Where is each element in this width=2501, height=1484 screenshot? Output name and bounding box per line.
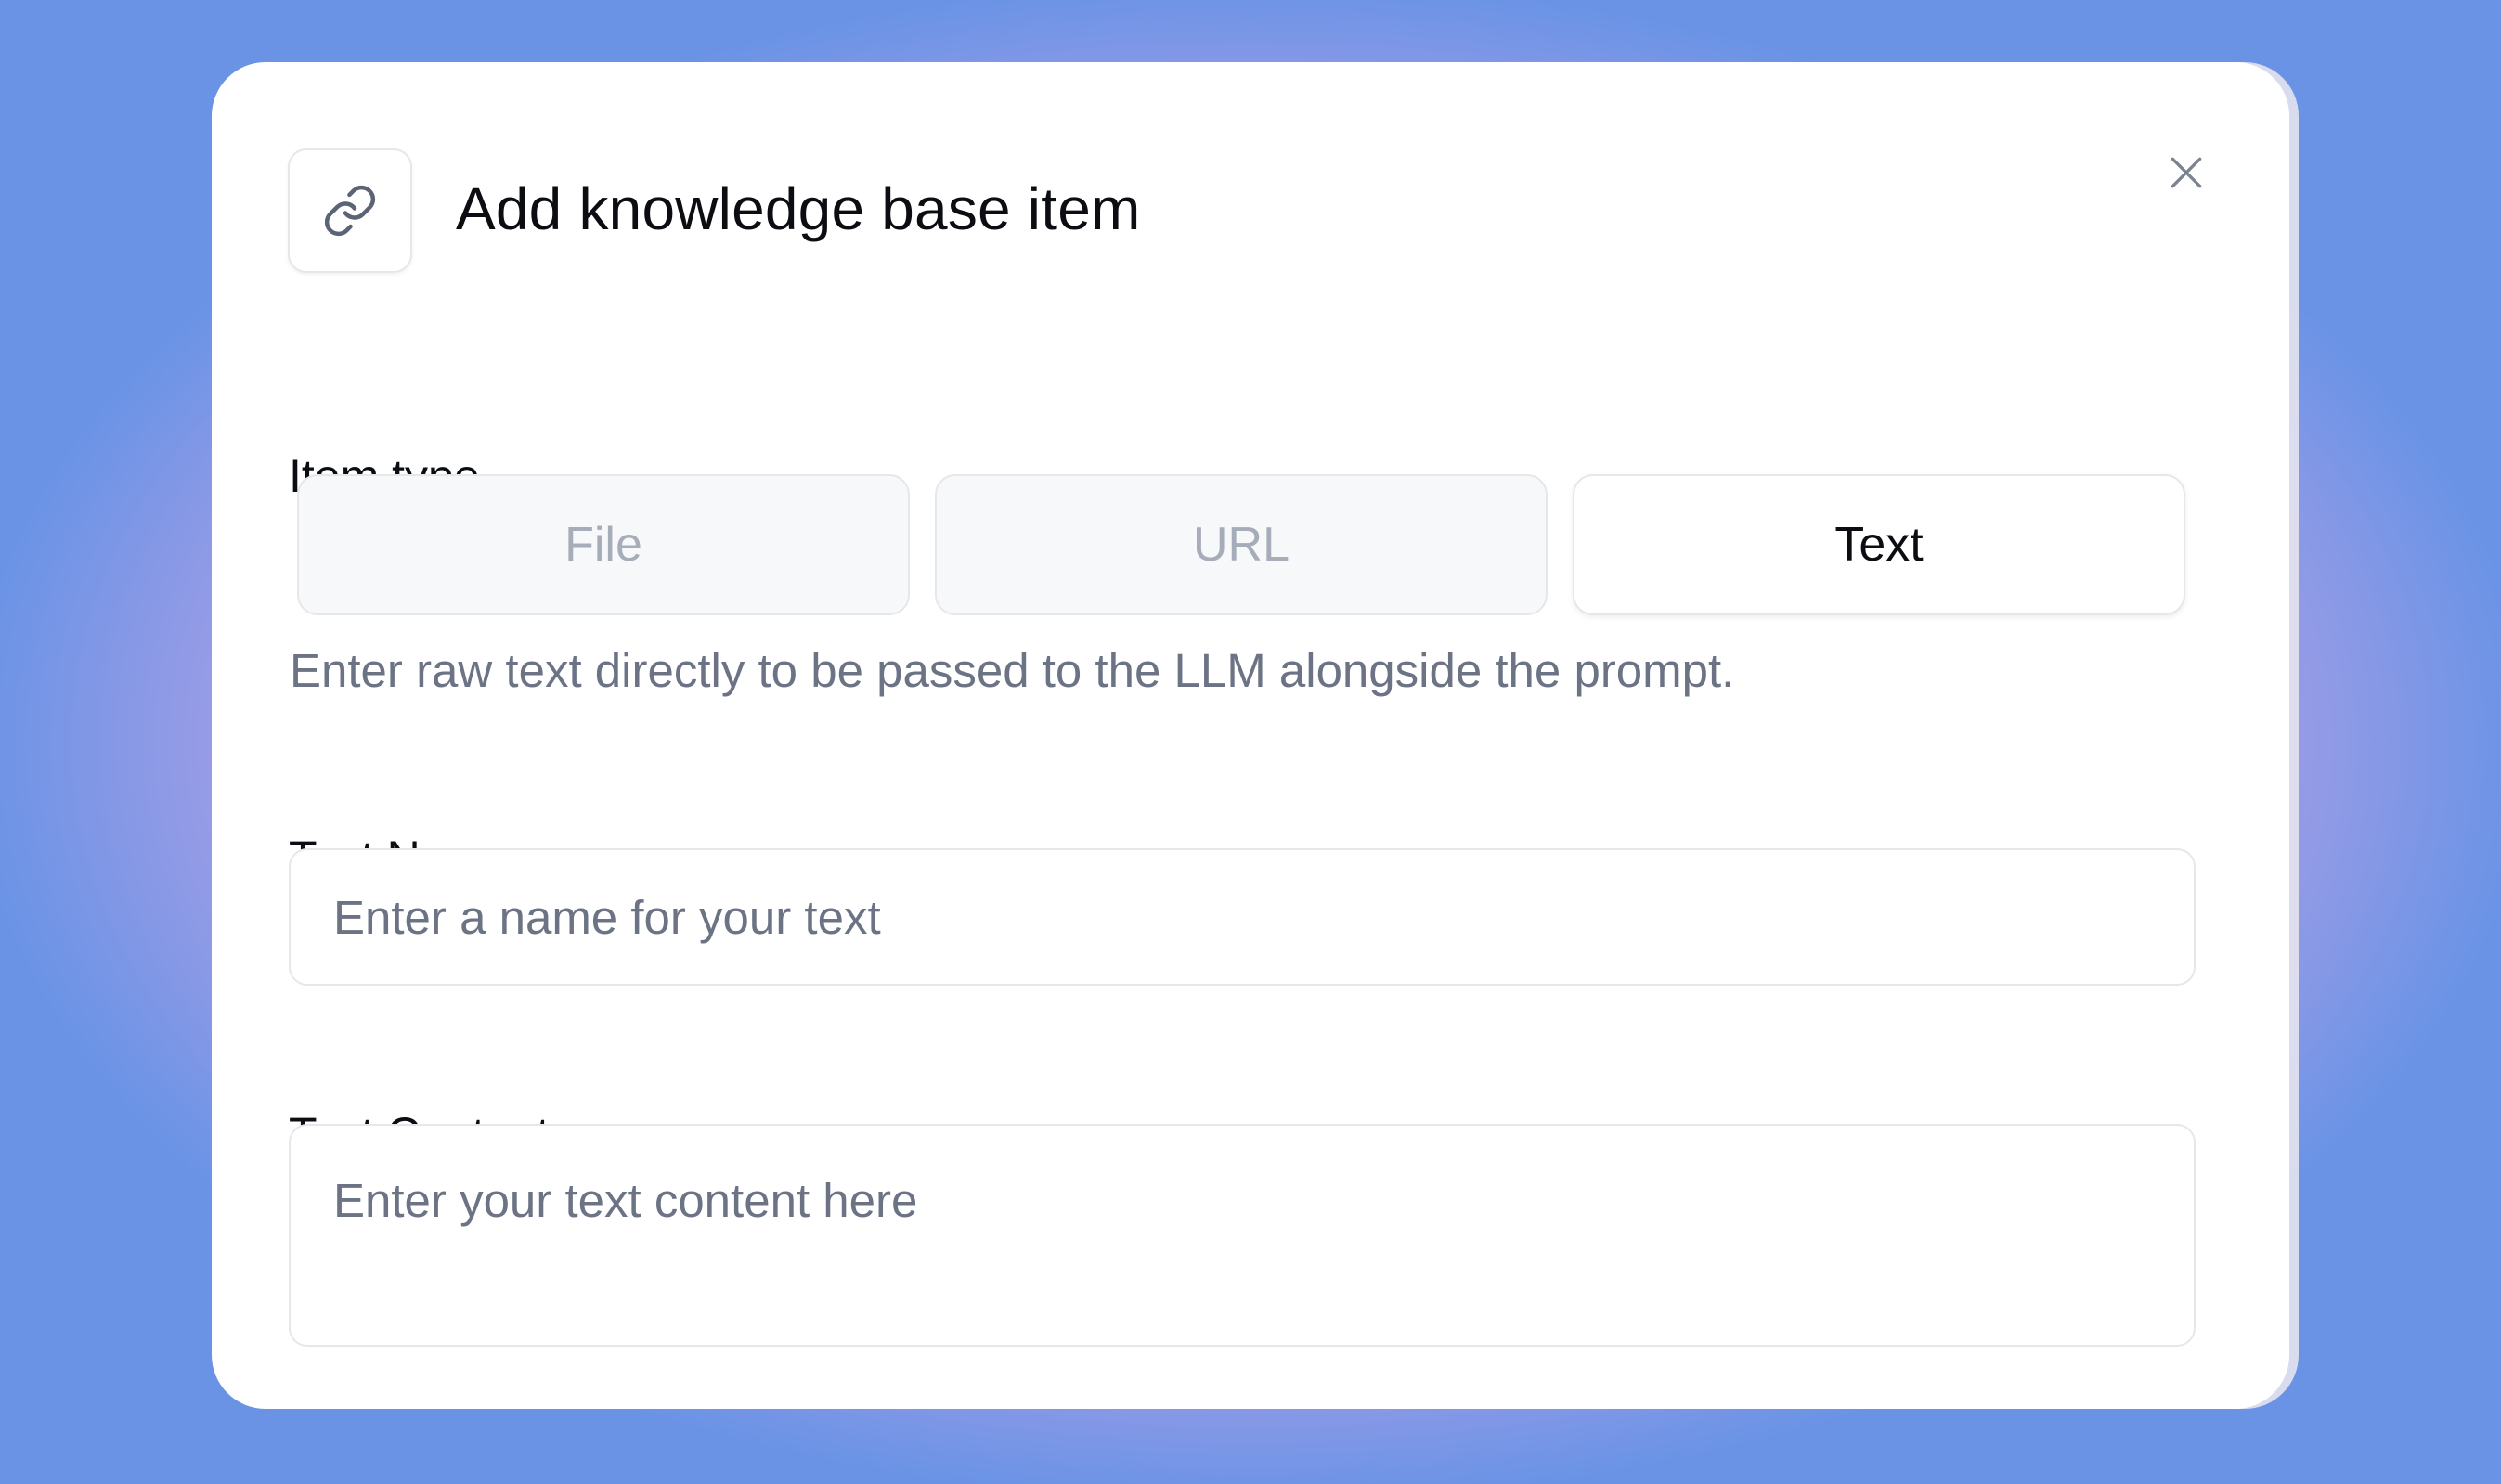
close-icon (2171, 157, 2202, 188)
text-name-input[interactable] (289, 848, 2196, 986)
item-type-url-button[interactable]: URL (935, 474, 1548, 615)
link-icon (288, 148, 412, 273)
dialog-title: Add knowledge base item (456, 175, 1141, 242)
item-type-help-text: Enter raw text directly to be passed to … (290, 644, 1735, 697)
close-button[interactable] (2154, 140, 2219, 205)
text-content-textarea[interactable] (289, 1124, 2196, 1347)
item-type-file-button[interactable]: File (297, 474, 910, 615)
item-type-text-button[interactable]: Text (1573, 474, 2185, 615)
add-knowledge-base-item-dialog: Add knowledge base item Item type File U… (212, 62, 2289, 1409)
